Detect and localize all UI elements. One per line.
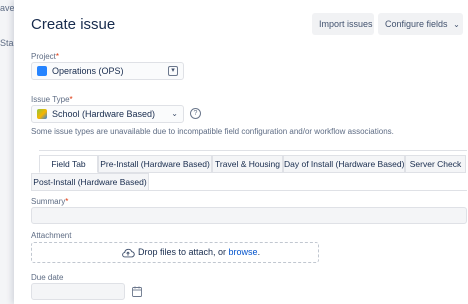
chevron-down-icon: ⌄ (171, 109, 178, 118)
tab-travel-housing[interactable]: Travel & Housing (212, 155, 283, 173)
attachment-drop-text: Drop files to attach, or browse. (138, 247, 260, 257)
tab-field-tab[interactable]: Field Tab (39, 155, 98, 173)
project-label: Project* (31, 52, 59, 61)
tab-post-install[interactable]: Post-Install (Hardware Based) (31, 173, 149, 191)
attachment-label: Attachment (31, 231, 72, 240)
tab-day-of-install[interactable]: Day of Install (Hardware Based) (283, 155, 405, 173)
issue-type-label-text: Issue Type (31, 95, 70, 104)
summary-label-text: Summary (31, 197, 66, 206)
browse-link[interactable]: browse (229, 247, 258, 257)
issue-type-value: School (Hardware Based) (52, 109, 156, 119)
drop-period: . (257, 247, 261, 257)
background-page: ave &e Sta (0, 0, 14, 304)
issue-type-select[interactable]: School (Hardware Based) ⌄ (31, 105, 184, 123)
issue-type-note: Some issue types are unavailable due to … (31, 127, 394, 136)
configure-fields-button[interactable]: Configure fields ⌄ (378, 13, 463, 35)
tab-pre-install[interactable]: Pre-Install (Hardware Based) (98, 155, 212, 173)
chevron-down-icon: ⌄ (453, 20, 460, 29)
issue-type-icon (37, 109, 47, 119)
required-marker: * (69, 95, 73, 104)
issue-type-label: Issue Type* (31, 95, 73, 104)
background-text: ave &e (0, 3, 14, 13)
attachment-dropzone[interactable]: Drop files to attach, or browse. (31, 242, 319, 263)
summary-label: Summary* (31, 197, 68, 206)
required-marker: * (55, 52, 60, 61)
cloud-upload-icon (122, 248, 135, 258)
tabs-bottom-divider (31, 190, 467, 191)
project-avatar-icon (37, 66, 47, 76)
due-date-label: Due date (31, 273, 64, 282)
dialog-title: Create issue (31, 16, 116, 33)
import-issues-button[interactable]: Import issues (312, 13, 374, 35)
project-select[interactable]: Operations (OPS) ▾ (31, 62, 184, 80)
summary-input[interactable] (31, 207, 467, 224)
configure-fields-label: Configure fields (385, 19, 448, 29)
calendar-icon[interactable] (132, 286, 142, 297)
project-label-text: Project (31, 52, 56, 61)
project-value: Operations (OPS) (52, 66, 124, 76)
tab-server-check[interactable]: Server Check (405, 155, 466, 173)
chevron-down-icon: ▾ (168, 66, 178, 76)
help-icon[interactable]: ? (190, 108, 201, 119)
import-issues-label: Import issues (319, 19, 373, 29)
required-marker: * (65, 197, 69, 206)
due-date-input[interactable] (31, 283, 125, 300)
background-text: Sta (0, 38, 14, 48)
tabs-divider (39, 150, 467, 151)
drop-text: Drop files to attach, or (138, 247, 229, 257)
create-issue-dialog: Create issue Import issues Configure fie… (14, 0, 468, 304)
